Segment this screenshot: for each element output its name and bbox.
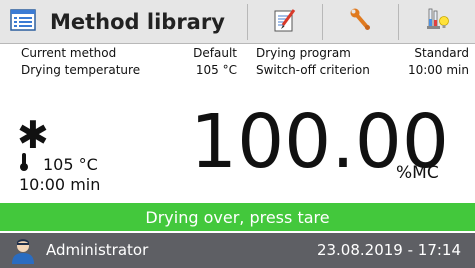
method-library-icon (10, 8, 36, 35)
current-method-label: Current method (21, 46, 117, 60)
date-time: 23.08.2019 - 17:14 (316, 241, 461, 259)
current-temperature: 105 °C (43, 154, 98, 174)
result-unit: %MC (396, 163, 439, 183)
settings-button[interactable] (323, 0, 398, 43)
drying-program-label: Drying program (256, 46, 351, 60)
switch-off-criterion-value: 10:00 min (407, 63, 469, 77)
info-labels-left: Current method Drying temperature (21, 45, 140, 79)
edit-method-button[interactable] (248, 0, 322, 43)
info-values-left: Default 105 °C (178, 45, 237, 79)
thermometer-icon (19, 152, 29, 176)
info-values-right: Standard 10:00 min (385, 45, 469, 79)
edit-icon (272, 7, 298, 37)
drying-program-value: Standard (414, 46, 469, 60)
method-library-button[interactable]: Method library (0, 0, 247, 43)
wrench-icon (348, 7, 374, 37)
footer-bar: Administrator 23.08.2019 - 17:14 (0, 233, 475, 268)
info-labels-right: Drying program Switch-off criterion (256, 45, 370, 79)
user-icon[interactable] (10, 237, 36, 268)
test-button[interactable] (399, 0, 475, 43)
stability-asterisk: ✱ (17, 113, 49, 157)
drying-temperature-value: 105 °C (195, 63, 237, 77)
top-toolbar: Method library (0, 0, 475, 44)
elapsed-time: 10:00 min (19, 175, 101, 194)
current-method-value: Default (193, 46, 237, 60)
temperature-row: 105 °C (19, 152, 98, 176)
status-message: Drying over, press tare (145, 207, 330, 227)
user-name[interactable]: Administrator (46, 241, 148, 259)
drying-temperature-label: Drying temperature (21, 63, 141, 77)
page-title: Method library (50, 9, 225, 34)
status-bar[interactable]: Drying over, press tare (0, 203, 475, 231)
test-tube-lightbulb-icon (424, 6, 450, 38)
switch-off-criterion-label: Switch-off criterion (256, 63, 370, 77)
